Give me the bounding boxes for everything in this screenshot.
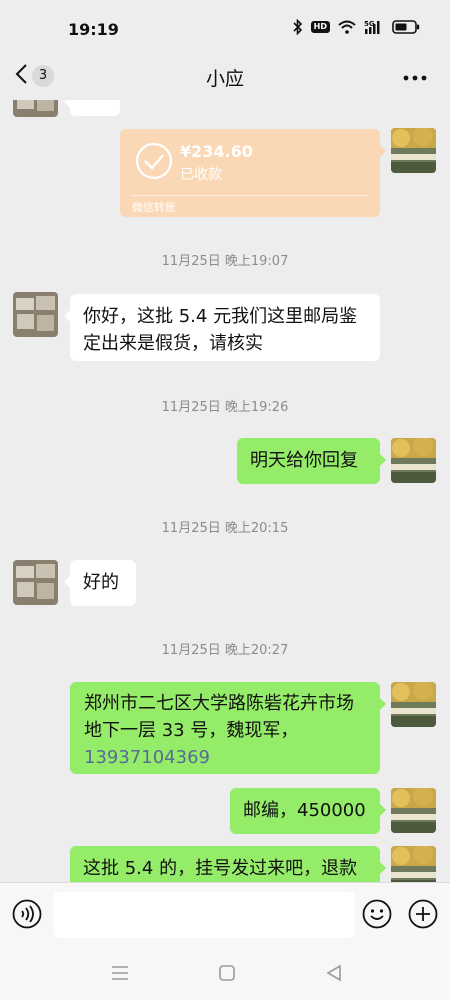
wifi-icon (338, 20, 356, 34)
message-text: 好的 (83, 572, 119, 593)
message-bubble[interactable]: 明天给你回复 (237, 438, 386, 484)
my-avatar[interactable] (391, 788, 436, 833)
more-button[interactable] (400, 60, 430, 90)
emoji-icon[interactable] (362, 899, 392, 929)
contact-avatar[interactable] (13, 100, 58, 117)
5g-signal-icon: 5G (364, 19, 384, 35)
status-time: 19:19 (68, 20, 119, 39)
voice-icon[interactable] (12, 899, 42, 929)
timestamp: 11月25日 晚上20:27 (161, 643, 289, 658)
status-icons: HD 5G (293, 19, 420, 35)
my-avatar[interactable] (391, 846, 436, 882)
input-bar (0, 882, 450, 945)
message-input[interactable] (54, 892, 355, 938)
message-bubble[interactable]: 好的 (64, 560, 136, 606)
message-text: 郑州市二七区大学路陈砦花卉市场地下一层 33 号，魏现军， (84, 693, 354, 741)
transfer-card[interactable]: ¥234.60 已收款 微信转账 (120, 129, 386, 217)
hd-badge: HD (310, 21, 330, 33)
more-dots-icon (403, 66, 427, 85)
system-navigation-bar (0, 944, 450, 1000)
message-text: 明天给你回复 (250, 450, 358, 471)
plus-icon[interactable] (408, 899, 438, 929)
my-avatar[interactable] (391, 682, 436, 727)
divider (132, 195, 368, 196)
message-bubble[interactable]: 邮编，450000 (230, 788, 386, 834)
phone-number-link[interactable]: 13937104369 (84, 747, 210, 768)
message-bubble[interactable]: 郑州市二七区大学路陈砦花卉市场地下一层 33 号，魏现军， 1393710436… (70, 682, 386, 774)
battery-icon (392, 20, 420, 34)
chat-header: 3 小应 (0, 50, 450, 102)
contact-avatar[interactable] (13, 560, 58, 605)
bluetooth-icon (293, 19, 303, 35)
timestamp: 11月25日 晚上20:15 (161, 521, 289, 536)
menu-icon[interactable] (109, 962, 131, 984)
transfer-status: 已收款 (180, 167, 222, 183)
back-triangle-icon[interactable] (323, 962, 345, 984)
message-bubble-partial[interactable] (64, 100, 120, 116)
message-text: 你好，这批 5.4 元我们这里邮局鉴定出来是假货，请核实 (83, 306, 358, 354)
message-bubble[interactable]: 这批 5.4 的，挂号发过来吧，退款 (70, 846, 386, 882)
timestamp: 11月25日 晚上19:07 (161, 254, 289, 269)
chat-title: 小应 (205, 68, 244, 90)
contact-avatar[interactable] (13, 292, 58, 337)
message-text: 邮编，450000 (243, 800, 366, 821)
message-bubble[interactable]: 你好，这批 5.4 元我们这里邮局鉴定出来是假货，请核实 (64, 294, 380, 361)
check-circle-icon (134, 141, 174, 181)
timestamp: 11月25日 晚上19:26 (161, 400, 289, 415)
transfer-source-label: 微信转账 (132, 201, 176, 214)
message-text: 这批 5.4 的，挂号发过来吧，退款 (83, 858, 358, 879)
home-icon[interactable] (216, 962, 238, 984)
transfer-amount: ¥234.60 (180, 142, 253, 161)
my-avatar[interactable] (391, 128, 436, 173)
chat-message-list[interactable]: ¥234.60 已收款 微信转账 11月25日 晚上19:07 你好，这批 5.… (0, 100, 450, 882)
my-avatar[interactable] (391, 438, 436, 483)
